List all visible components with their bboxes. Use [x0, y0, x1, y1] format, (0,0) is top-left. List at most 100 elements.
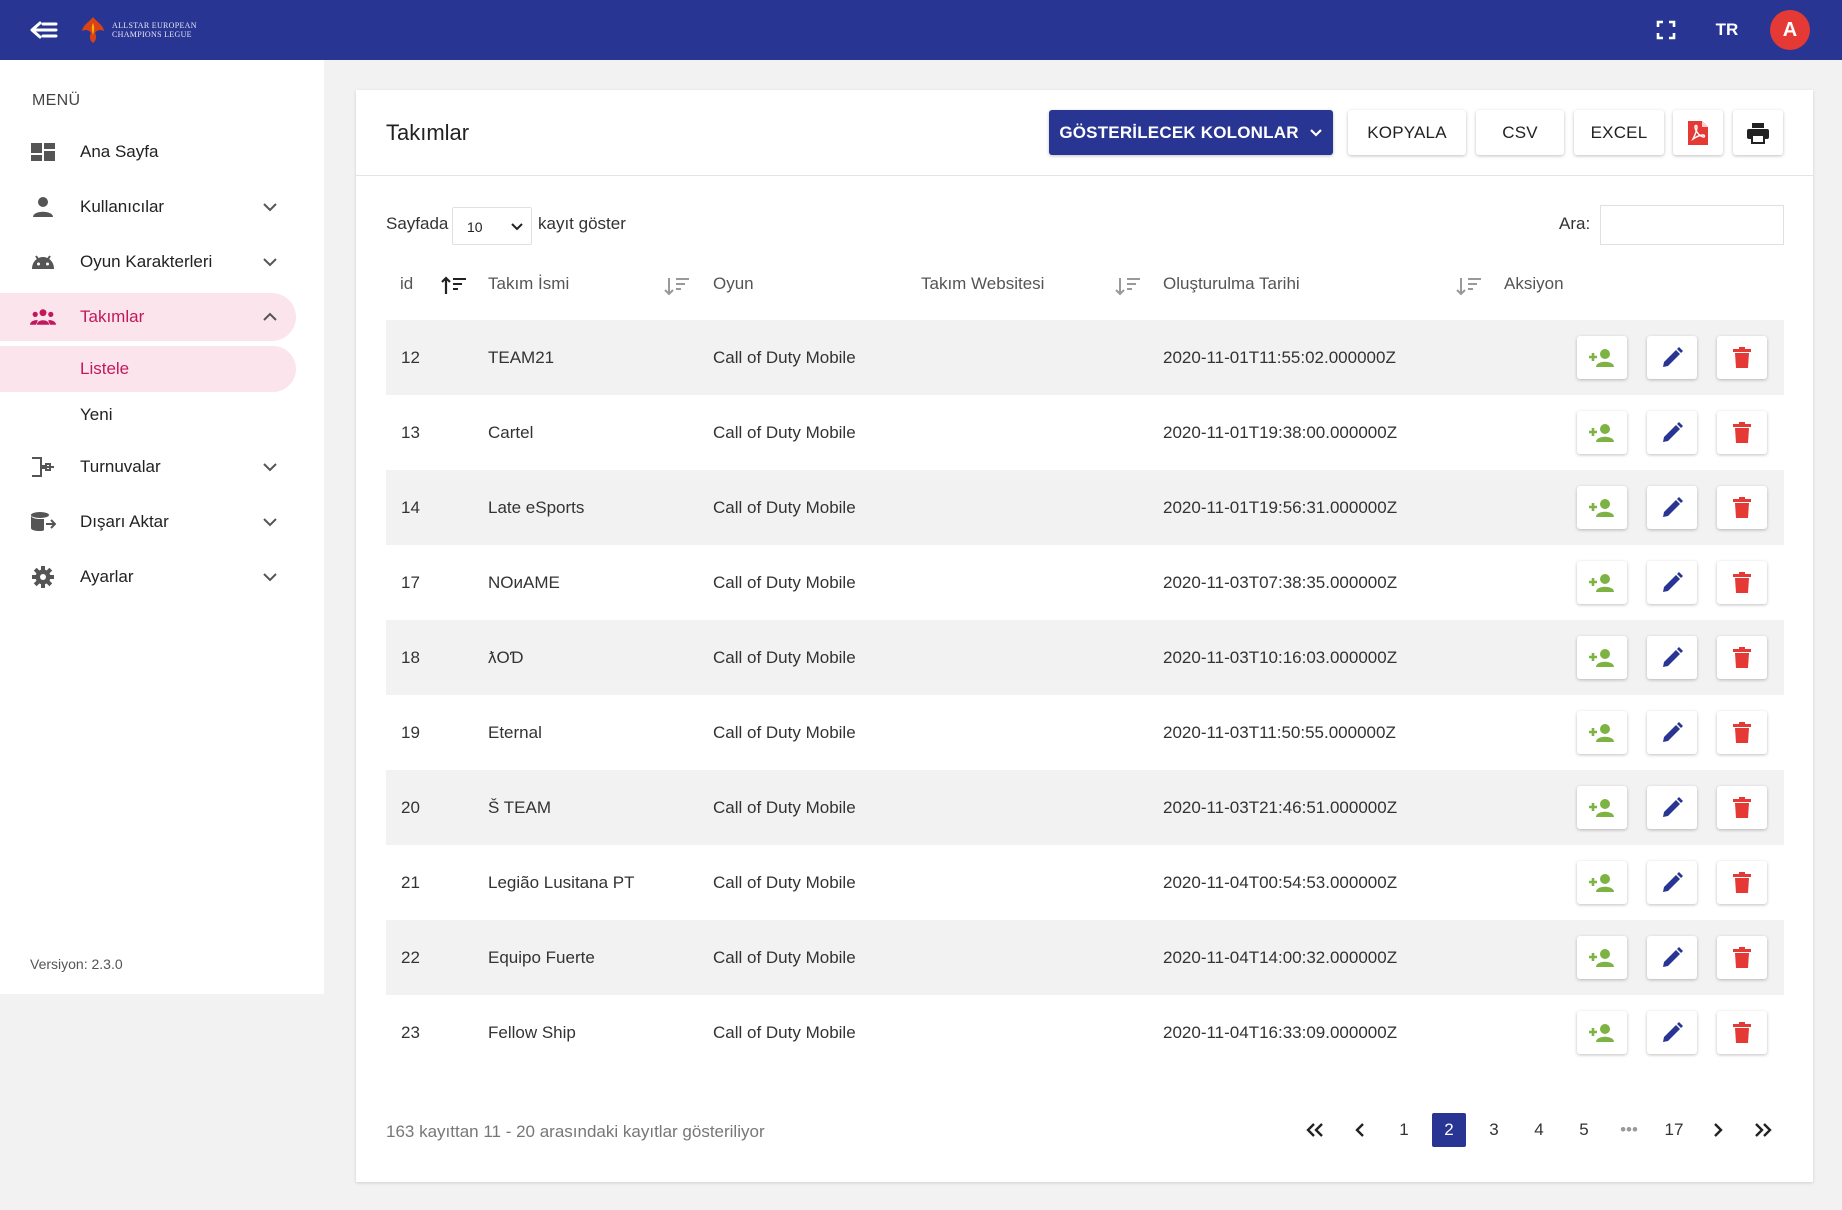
sidebar-item-label: Takımlar [80, 307, 145, 326]
edit-button[interactable] [1647, 486, 1697, 529]
chevron-down-icon [263, 258, 277, 267]
add-member-button[interactable] [1577, 336, 1627, 379]
language-switcher[interactable]: TR [1712, 16, 1742, 44]
fullscreen-button[interactable] [1652, 16, 1680, 44]
edit-button[interactable] [1647, 561, 1697, 604]
pagination-first[interactable] [1298, 1113, 1332, 1147]
edit-button[interactable] [1647, 861, 1697, 904]
cell-team-name: Late eSports [488, 498, 585, 517]
add-member-button[interactable] [1577, 411, 1627, 454]
pagination-page[interactable]: 3 [1477, 1113, 1511, 1147]
table-row: 21 Legião Lusitana PT Call of Duty Mobil… [386, 845, 1784, 920]
user-avatar[interactable]: A [1770, 10, 1810, 50]
add-member-button[interactable] [1577, 936, 1627, 979]
chevron-up-icon [263, 312, 277, 321]
cell-created: 2020-11-03T10:16:03.000000Z [1163, 648, 1398, 667]
edit-button[interactable] [1647, 711, 1697, 754]
column-header-id[interactable]: id [400, 264, 413, 304]
visible-columns-button[interactable]: GÖSTERİLECEK KOLONLAR [1049, 110, 1333, 155]
column-header-game[interactable]: Oyun [713, 264, 754, 304]
pagination-page[interactable]: 4 [1522, 1113, 1556, 1147]
csv-button[interactable]: CSV [1476, 110, 1564, 155]
pagination-page[interactable]: 5 [1567, 1113, 1601, 1147]
column-header-website[interactable]: Takım Websitesi [921, 264, 1044, 304]
edit-button[interactable] [1647, 336, 1697, 379]
delete-button[interactable] [1717, 1011, 1767, 1054]
add-member-button[interactable] [1577, 861, 1627, 904]
chevron-right-icon [1714, 1123, 1723, 1137]
sidebar-subitem-listele[interactable]: Listele [0, 346, 296, 392]
cell-created: 2020-11-03T07:38:35.000000Z [1163, 573, 1398, 592]
pagination-last[interactable] [1746, 1113, 1780, 1147]
delete-button[interactable] [1717, 486, 1767, 529]
delete-button[interactable] [1717, 636, 1767, 679]
trash-icon [1733, 946, 1751, 968]
pagination-page-current[interactable]: 2 [1432, 1113, 1466, 1147]
chevron-down-icon [263, 463, 277, 472]
excel-button[interactable]: EXCEL [1574, 110, 1664, 155]
column-header-team-name[interactable]: Takım İsmi [488, 264, 569, 304]
page-size-select[interactable]: 10 [452, 207, 532, 245]
pagination-page[interactable]: 1 [1387, 1113, 1421, 1147]
edit-button[interactable] [1647, 636, 1697, 679]
sidebar-item-ayarlar[interactable]: Ayarlar [0, 553, 296, 601]
sort-ascending-icon[interactable] [441, 276, 467, 296]
delete-button[interactable] [1717, 861, 1767, 904]
phoenix-logo-icon [82, 17, 104, 43]
delete-button[interactable] [1717, 936, 1767, 979]
add-member-button[interactable] [1577, 486, 1627, 529]
table-row: 17 NOиAME Call of Duty Mobile 2020-11-03… [386, 545, 1784, 620]
sidebar-subitem-yeni[interactable]: Yeni [0, 392, 296, 438]
delete-button[interactable] [1717, 336, 1767, 379]
trash-icon [1733, 646, 1751, 668]
pencil-icon [1663, 871, 1683, 892]
sort-icon[interactable] [1456, 276, 1482, 296]
pagination-prev[interactable] [1343, 1113, 1377, 1147]
tournament-icon [30, 455, 56, 479]
sidebar-item-takimlar[interactable]: Takımlar [0, 293, 296, 341]
sidebar-item-ana-sayfa[interactable]: Ana Sayfa [0, 128, 296, 176]
pdf-button[interactable] [1673, 110, 1723, 155]
pagination-page[interactable]: 17 [1657, 1113, 1691, 1147]
cell-id: 14 [401, 498, 420, 517]
edit-button[interactable] [1647, 936, 1697, 979]
sort-icon[interactable] [664, 276, 690, 296]
cell-created: 2020-11-01T11:55:02.000000Z [1163, 348, 1396, 367]
sidebar-item-disari-aktar[interactable]: Dışarı Aktar [0, 498, 296, 546]
column-header-created[interactable]: Oluşturulma Tarihi [1163, 264, 1300, 304]
person-add-icon [1589, 948, 1614, 967]
copy-button[interactable]: KOPYALA [1348, 110, 1466, 155]
delete-button[interactable] [1717, 411, 1767, 454]
search-input[interactable] [1600, 205, 1784, 245]
menu-collapse-button[interactable] [26, 12, 62, 48]
app-logo[interactable]: ALLSTAR EUROPEAN CHAMPIONS LEGUE [80, 12, 222, 48]
table-row: 13 Cartel Call of Duty Mobile 2020-11-01… [386, 395, 1784, 470]
trash-icon [1733, 871, 1751, 893]
page-size-value: 10 [467, 219, 483, 235]
delete-button[interactable] [1717, 786, 1767, 829]
add-member-button[interactable] [1577, 786, 1627, 829]
delete-button[interactable] [1717, 561, 1767, 604]
teams-card: Takımlar GÖSTERİLECEK KOLONLAR KOPYALA C… [356, 90, 1813, 1182]
delete-button[interactable] [1717, 711, 1767, 754]
edit-button[interactable] [1647, 411, 1697, 454]
person-add-icon [1589, 348, 1614, 367]
add-member-button[interactable] [1577, 1011, 1627, 1054]
pagination-next[interactable] [1701, 1113, 1735, 1147]
sidebar-item-kullanicilar[interactable]: Kullanıcılar [0, 183, 296, 231]
group-icon [30, 305, 56, 329]
sidebar: MENÜ Ana Sayfa Kullanıcılar Oyun Karakte… [0, 60, 324, 994]
sidebar-item-turnuvalar[interactable]: Turnuvalar [0, 443, 296, 491]
add-member-button[interactable] [1577, 711, 1627, 754]
print-button[interactable] [1733, 110, 1783, 155]
sort-icon[interactable] [1115, 276, 1141, 296]
edit-button[interactable] [1647, 786, 1697, 829]
sidebar-item-oyun-karakterleri[interactable]: Oyun Karakterleri [0, 238, 296, 286]
cell-game: Call of Duty Mobile [713, 723, 856, 742]
edit-button[interactable] [1647, 1011, 1697, 1054]
cell-created: 2020-11-04T16:33:09.000000Z [1163, 1023, 1398, 1042]
add-member-button[interactable] [1577, 561, 1627, 604]
table-row: 14 Late eSports Call of Duty Mobile 2020… [386, 470, 1784, 545]
add-member-button[interactable] [1577, 636, 1627, 679]
cell-created: 2020-11-03T11:50:55.000000Z [1163, 723, 1396, 742]
